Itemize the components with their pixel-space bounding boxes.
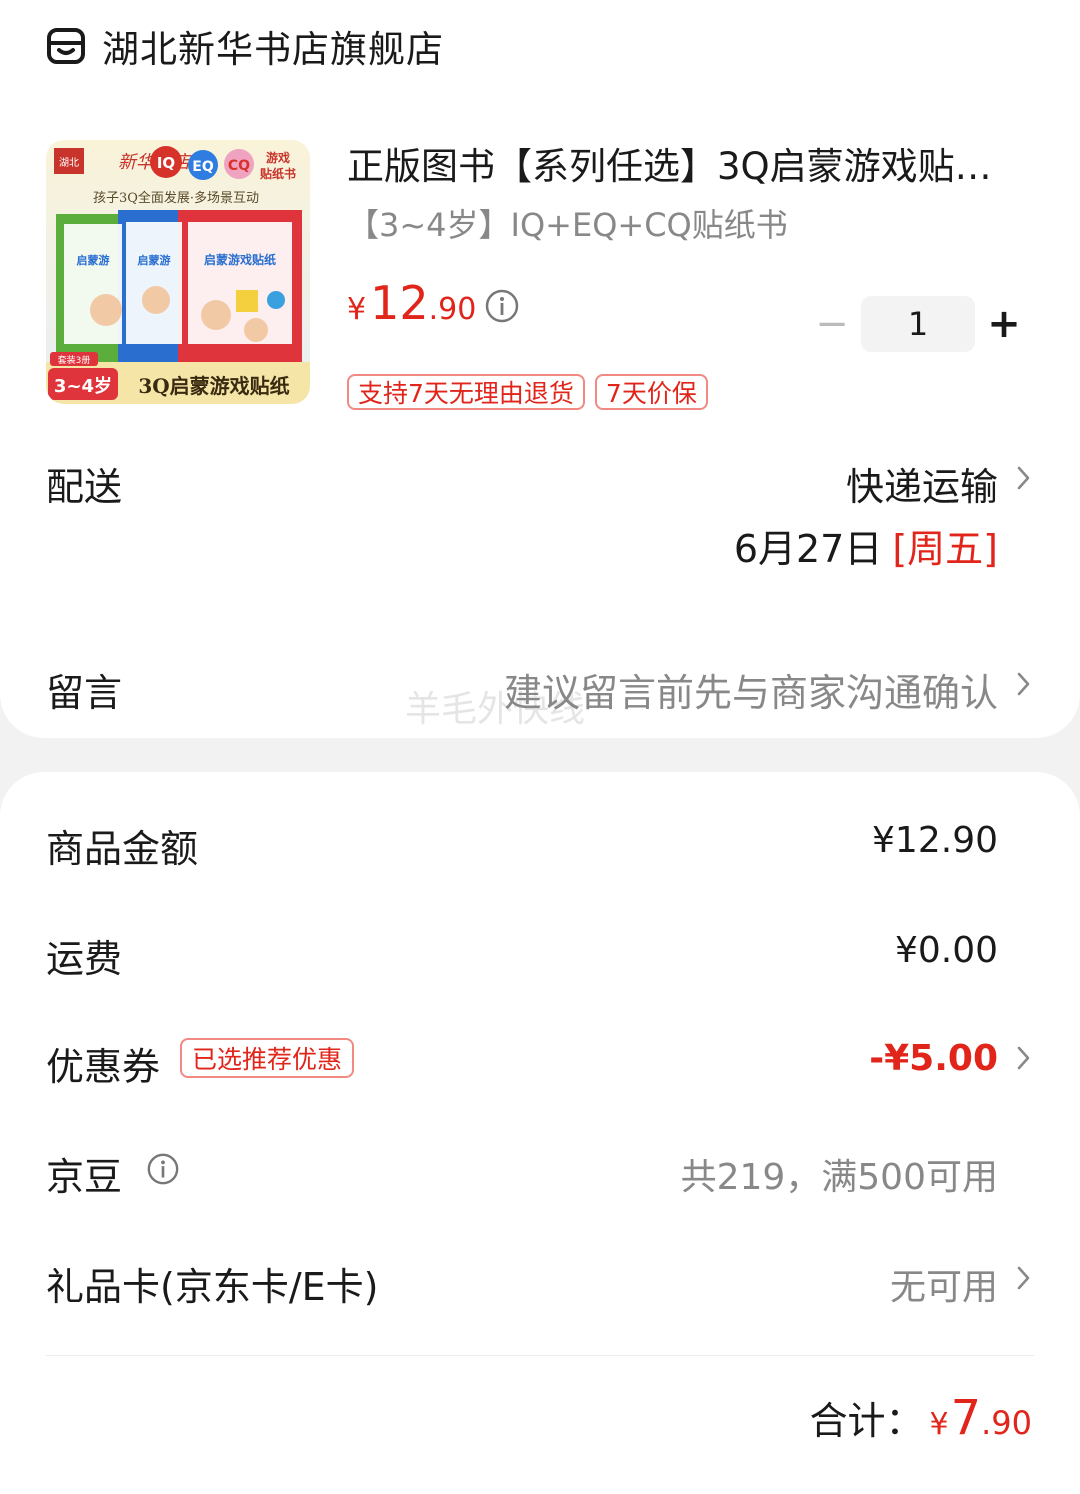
gift-card-label: 礼品卡(京东卡/E卡): [46, 1265, 379, 1309]
svg-text:贴纸书: 贴纸书: [260, 166, 296, 181]
product-price: ¥ 12 .90: [347, 276, 476, 336]
goods-amount-value: ¥12.90: [872, 820, 998, 861]
svg-text:启蒙游戏贴纸: 启蒙游戏贴纸: [204, 252, 276, 267]
price-integer: 12: [370, 276, 429, 330]
svg-text:EQ: EQ: [192, 159, 214, 175]
shipping-value: ¥0.00: [894, 930, 998, 971]
coupon-recommended-tag: 已选推荐优惠: [180, 1038, 355, 1078]
svg-text:套装3册: 套装3册: [58, 354, 91, 366]
divider: [46, 1355, 1034, 1356]
price-protection-tag: 7天价保: [594, 374, 708, 410]
total-decimal: .90: [981, 1404, 1032, 1442]
delivery-date-text: 6月27日: [733, 527, 883, 571]
order-card: 湖北新华书店旗舰店 湖北 新华书店 IQ EQ CQ 游戏 贴纸书 孩子3Q全面…: [0, 0, 1080, 738]
coupon-value[interactable]: -¥5.00: [869, 1038, 998, 1079]
goods-amount-label: 商品金额: [46, 827, 199, 871]
message-label: 留言: [46, 671, 123, 715]
shipping-label: 运费: [46, 937, 123, 981]
message-chevron-icon[interactable]: [1016, 670, 1032, 698]
svg-text:湖北: 湖北: [59, 157, 79, 169]
message-input[interactable]: 建议留言前先与商家沟通确认: [504, 662, 998, 717]
price-summary-card: [0, 772, 1080, 1494]
price-currency: ¥: [347, 292, 367, 327]
svg-text:3Q启蒙游戏贴纸: 3Q启蒙游戏贴纸: [138, 374, 289, 398]
jd-beans-value: 共219，满500可用: [680, 1157, 998, 1198]
product-title[interactable]: 正版图书【系列任选】3Q启蒙游戏贴…: [347, 136, 1027, 190]
delivery-chevron-icon[interactable]: [1016, 464, 1032, 492]
shop-header[interactable]: 湖北新华书店旗舰店: [46, 22, 444, 71]
svg-text:3~4岁: 3~4岁: [54, 375, 112, 397]
decrease-button[interactable]: −: [812, 296, 852, 352]
svg-text:游戏: 游戏: [266, 150, 290, 165]
delivery-method[interactable]: 快递运输: [846, 456, 998, 511]
shop-icon: [47, 28, 85, 64]
total-integer: 7: [950, 1390, 982, 1446]
quantity-field[interactable]: 1: [861, 296, 975, 352]
delivery-label: 配送: [46, 465, 123, 509]
delivery-weekday: [周五]: [892, 527, 998, 571]
price-decimal: .90: [428, 292, 477, 327]
total-label: 合计：: [809, 1399, 924, 1443]
return-policy-tag: 支持7天无理由退货: [347, 374, 585, 410]
service-tags: 支持7天无理由退货 7天价保: [347, 374, 708, 410]
jd-beans-info-icon[interactable]: [146, 1152, 180, 1186]
quantity-stepper: − 1 +: [812, 296, 1032, 352]
svg-text:IQ: IQ: [157, 154, 175, 172]
coupon-chevron-icon[interactable]: [1016, 1044, 1032, 1072]
order-total: 合计： ¥ 7 .90: [809, 1390, 1032, 1446]
total-currency: ¥: [929, 1407, 949, 1442]
jd-beans-label: 京豆: [46, 1155, 123, 1199]
shop-name: 湖北新华书店旗舰店: [102, 28, 444, 71]
svg-text:CQ: CQ: [228, 158, 250, 174]
svg-text:启蒙游: 启蒙游: [77, 253, 110, 267]
coupon-label: 优惠券: [46, 1045, 161, 1089]
product-image[interactable]: 湖北 新华书店 IQ EQ CQ 游戏 贴纸书 孩子3Q全面发展·多场景互动 启…: [46, 140, 310, 404]
price-info-icon[interactable]: [484, 288, 520, 324]
product-spec[interactable]: 【3~4岁】IQ+EQ+CQ贴纸书: [347, 200, 788, 246]
delivery-date[interactable]: 6月27日 [周五]: [734, 518, 998, 573]
gift-card-value[interactable]: 无可用: [890, 1258, 998, 1310]
gift-card-chevron-icon[interactable]: [1016, 1264, 1032, 1292]
increase-button[interactable]: +: [984, 296, 1024, 352]
svg-text:孩子3Q全面发展·多场景互动: 孩子3Q全面发展·多场景互动: [93, 190, 259, 206]
svg-text:启蒙游: 启蒙游: [138, 253, 171, 267]
